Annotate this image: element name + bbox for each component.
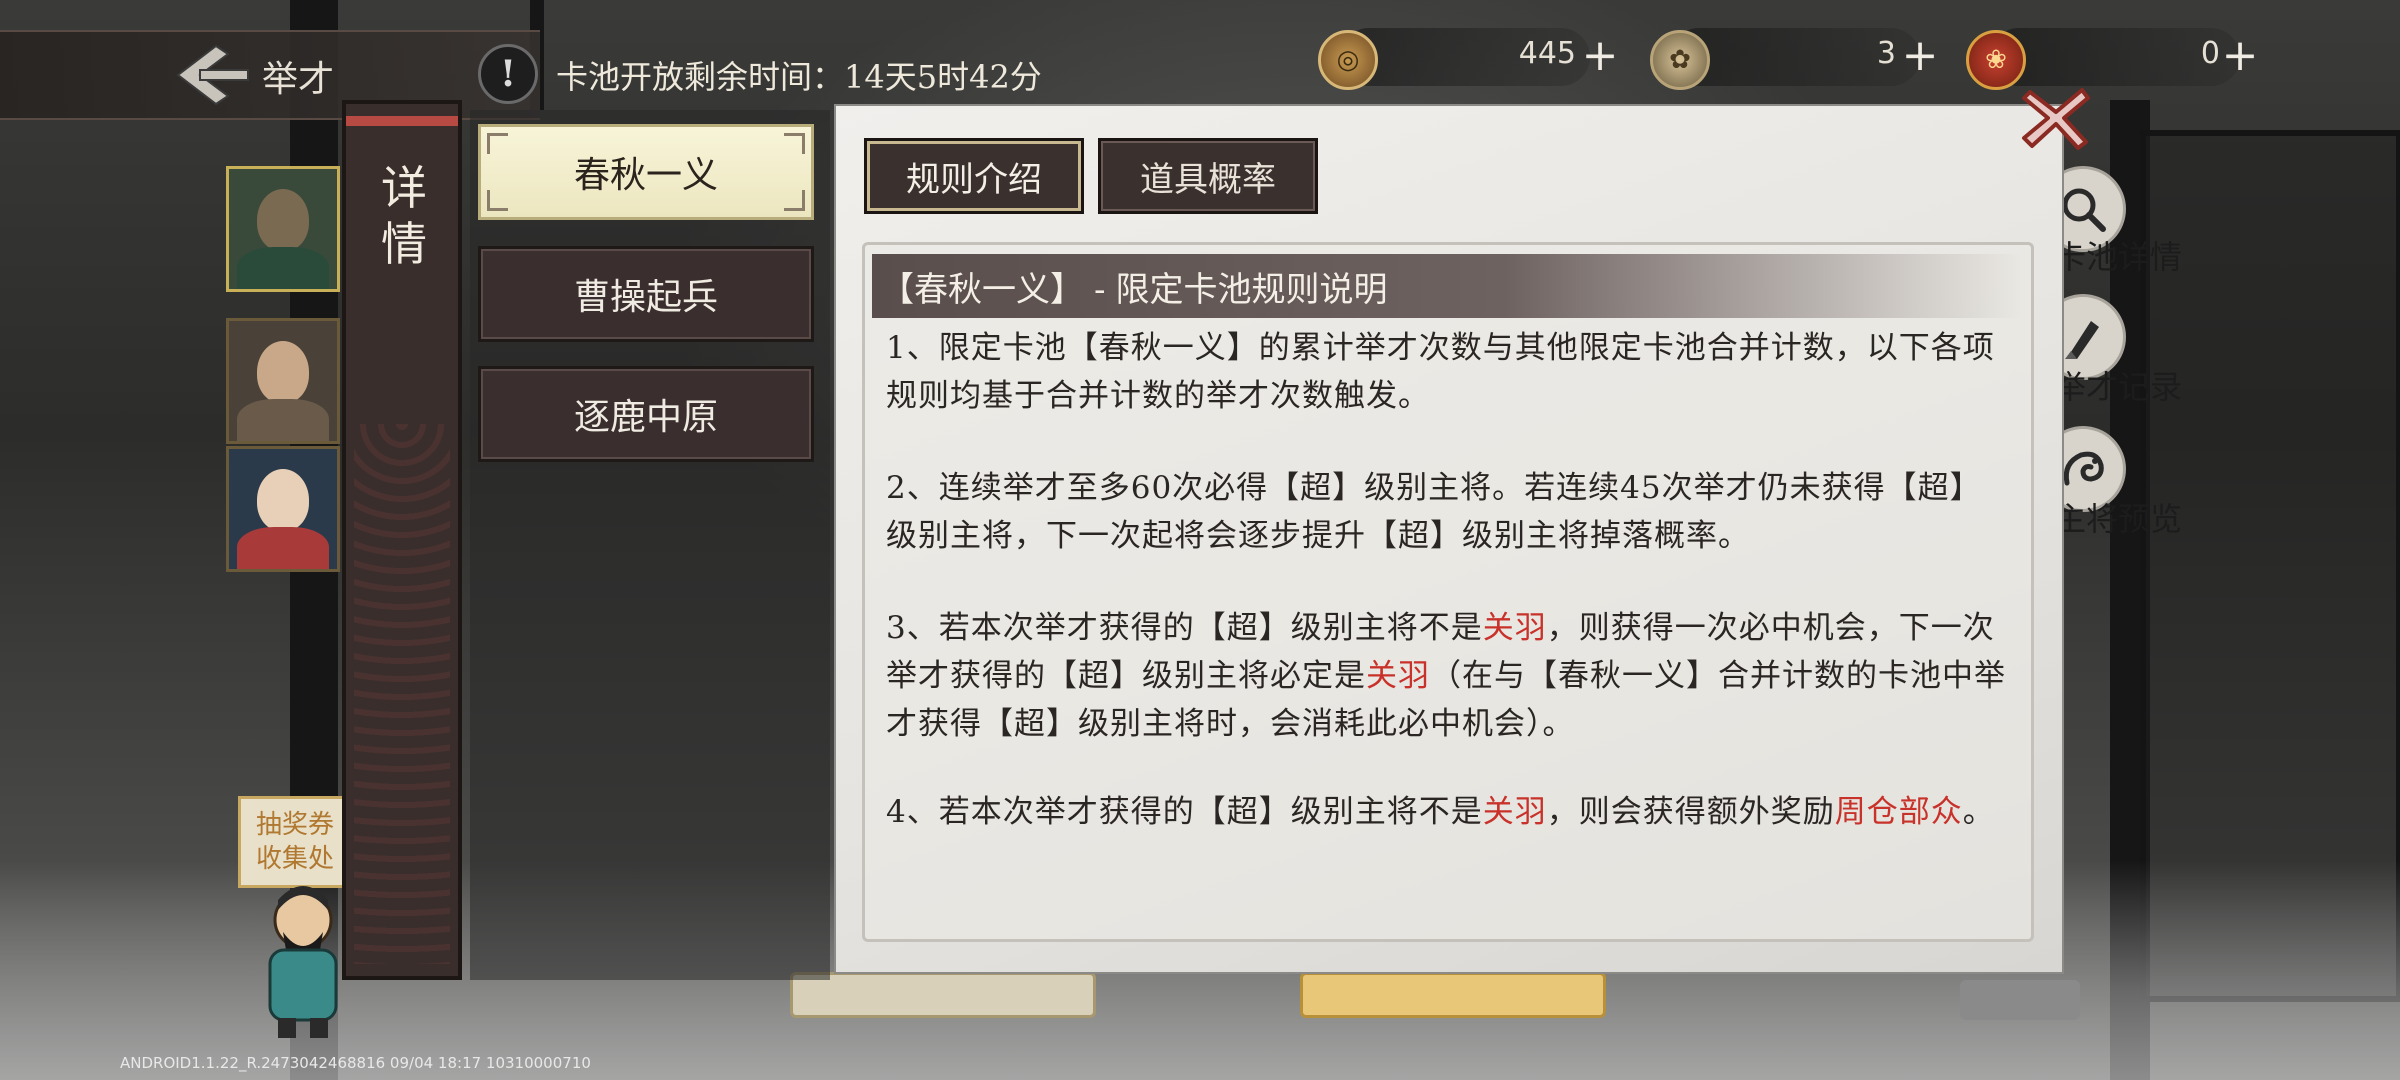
- tab-item-probability-label: 道具概率: [1140, 159, 1276, 200]
- seal-value: 0: [2200, 36, 2220, 71]
- details-title-char-2: 情: [381, 217, 427, 271]
- back-button[interactable]: [170, 42, 250, 108]
- close-icon: [2022, 88, 2090, 150]
- hero-portrait-1[interactable]: [226, 166, 340, 292]
- pool-tab-chunqiu[interactable]: 春秋一义: [478, 124, 814, 220]
- tab-rules-intro[interactable]: 规则介绍: [864, 138, 1084, 214]
- details-title: 详 情: [362, 160, 446, 272]
- bg-stand-right: [1960, 980, 2080, 1020]
- hero-portrait-2[interactable]: [226, 318, 340, 444]
- side-strip-accent: [346, 116, 458, 126]
- coin-value: 445: [1518, 36, 1576, 71]
- pool-tab-zhulu[interactable]: 逐鹿中原: [478, 366, 814, 462]
- general-preview-label: 主将预览: [2054, 500, 2183, 538]
- coin-icon: ◎: [1318, 30, 1378, 90]
- seal-icon: ❀: [1966, 30, 2026, 90]
- ticket-label-line2: 收集处: [255, 844, 334, 874]
- brush-icon: [2065, 321, 2099, 359]
- highlight-guanyu: 关羽: [1482, 794, 1547, 830]
- hero-portrait-3[interactable]: [226, 446, 340, 572]
- draw-once-pedestal: [790, 972, 1096, 1018]
- pool-tab-caocao[interactable]: 曹操起兵: [478, 246, 814, 342]
- ticket-label-line1: 抽奖券: [255, 810, 334, 840]
- pool-details-label: 卡池详情: [2054, 238, 2183, 276]
- alert-icon: !: [478, 44, 538, 104]
- rule-paragraph-4: 4、若本次举才获得的【超】级别主将不是关羽，则会获得额外奖励周仓部众。: [886, 788, 2006, 836]
- rules-heading-pool: 【春秋一义】: [880, 270, 1084, 310]
- token-value: 3: [1876, 36, 1896, 71]
- add-seal-button[interactable]: +: [2218, 34, 2262, 80]
- rule-paragraph-1: 1、限定卡池【春秋一义】的累计举才次数与其他限定卡池合并计数，以下各项规则均基于…: [886, 330, 1995, 414]
- rule-4-part-a: 4、若本次举才获得的【超】级别主将不是: [886, 794, 1483, 830]
- tab-item-probability[interactable]: 道具概率: [1098, 138, 1318, 214]
- tab-rules-intro-label: 规则介绍: [906, 159, 1042, 200]
- magnifier-icon: [2062, 188, 2106, 232]
- draw-history-label: 举才记录: [2054, 368, 2183, 406]
- pool-timer-text: 卡池开放剩余时间：14天5时42分: [556, 58, 1042, 96]
- rule-paragraph-2: 2、连续举才至多60次必得【超】级别主将。若连续45次举才仍未获得【超】级别主将…: [886, 470, 1982, 554]
- pool-tab-zhulu-label: 逐鹿中原: [573, 397, 718, 438]
- highlight-guanyu: 关羽: [1482, 610, 1547, 646]
- rules-heading-dash: -: [1094, 270, 1106, 310]
- dragon-icon: [2063, 451, 2104, 486]
- ticket-collection-button[interactable]: 抽奖券 收集处: [238, 796, 352, 888]
- add-token-button[interactable]: +: [1898, 34, 1942, 80]
- highlight-zhoucang: 周仓部众: [1834, 794, 1963, 830]
- rule-4-part-b: ，则会获得额外奖励: [1546, 794, 1835, 830]
- pool-tab-chunqiu-label: 春秋一义: [573, 155, 718, 196]
- rule-3-part-a: 3、若本次举才获得的【超】级别主将不是: [886, 610, 1483, 646]
- close-button[interactable]: [2016, 82, 2096, 152]
- draw-ten-pedestal: [1300, 972, 1606, 1018]
- token-icon: ✿: [1650, 30, 1710, 90]
- highlight-guanyu: 关羽: [1366, 658, 1430, 694]
- back-arrow-icon: [176, 44, 249, 106]
- rule-4-part-c: 。: [1962, 794, 1995, 830]
- rule-paragraph-3: 3、若本次举才获得的【超】级别主将不是关羽，则获得一次必中机会，下一次举才获得的…: [886, 604, 2006, 748]
- wave-pattern: [354, 424, 450, 964]
- page-title: 举才: [262, 59, 335, 100]
- rules-heading-rest: 限定卡池规则说明: [1115, 270, 1388, 310]
- rules-heading: 【春秋一义】 - 限定卡池规则说明: [880, 262, 1388, 311]
- build-version-text: ANDROID1.1.22_R.2473042468816 09/04 18:1…: [120, 1054, 591, 1072]
- pool-tab-caocao-label: 曹操起兵: [573, 277, 718, 318]
- add-coin-button[interactable]: +: [1578, 34, 1622, 80]
- details-title-char-1: 详: [381, 161, 427, 215]
- pool-tab-column: [470, 110, 830, 980]
